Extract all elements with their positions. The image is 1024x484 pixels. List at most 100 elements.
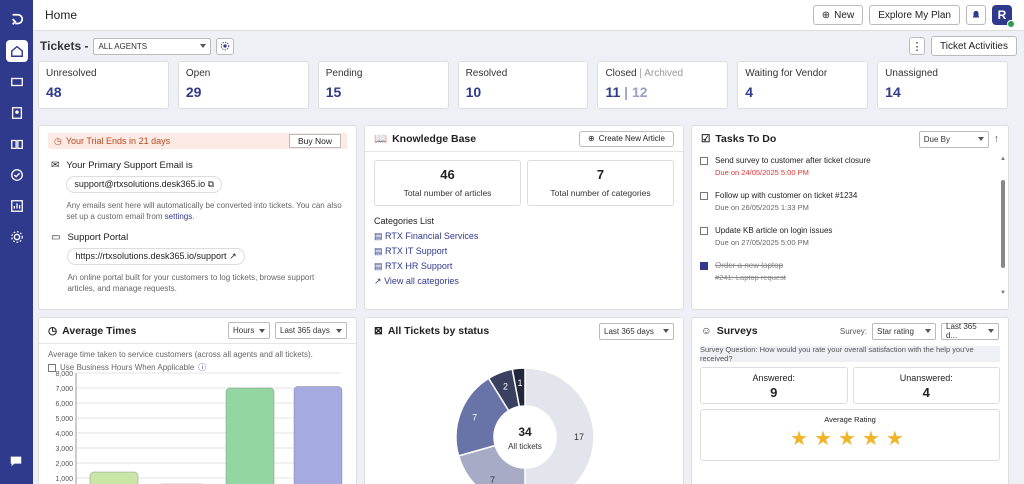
task-item: Update KB article on login issues Due on … xyxy=(692,226,1008,247)
star-icon: ★ xyxy=(838,428,862,450)
stat-resolved[interactable]: Resolved 10 xyxy=(457,61,589,109)
avg-times-title: Average Times xyxy=(62,324,137,337)
plus-circle-icon: ⊕ xyxy=(588,134,595,143)
clock-icon: ◷ xyxy=(54,135,62,146)
y-tick-label: 3,000 xyxy=(55,446,73,453)
ticket-activities-button[interactable]: Ticket Activities xyxy=(931,36,1017,56)
buy-now-button[interactable]: Buy Now xyxy=(288,134,341,148)
explore-plan-button[interactable]: Explore My Plan xyxy=(869,5,960,25)
stat-label: Unresolved xyxy=(46,68,97,79)
copy-icon[interactable]: ⧉ xyxy=(208,179,214,189)
tickets-status-header: ⊠ All Tickets by status Last 365 days xyxy=(365,318,683,344)
stat-value: 11 | 12 xyxy=(605,84,648,100)
email-pill[interactable]: support@rtxsolutions.desk365.io ⧉ xyxy=(66,176,344,193)
agent-filter-value: ALL AGENTS xyxy=(98,41,148,51)
home-icon[interactable] xyxy=(5,40,28,62)
list-icon: ▤ xyxy=(374,261,383,271)
range-value: Last 365 d... xyxy=(946,322,977,340)
survey-type-select[interactable]: Star rating xyxy=(872,322,936,340)
sort-arrow-icon[interactable]: ↑ xyxy=(994,133,999,145)
ticket-icon[interactable] xyxy=(6,71,28,93)
stat-pending[interactable]: Pending 15 xyxy=(317,61,449,109)
articles-count: 46 xyxy=(440,167,455,182)
check-circle-icon[interactable] xyxy=(6,164,28,186)
unit-select[interactable]: Hours xyxy=(228,322,270,339)
bar-A xyxy=(89,471,139,484)
task-text: Update KB article on login issues xyxy=(715,226,833,235)
agent-settings-icon[interactable] xyxy=(216,37,235,55)
survey-label: Survey: xyxy=(839,326,867,336)
external-link-icon[interactable]: ↗ xyxy=(229,251,237,261)
range-value: Last 365 days xyxy=(604,326,654,336)
task-checkbox[interactable] xyxy=(700,192,708,200)
tasks-sort-select[interactable]: Due By xyxy=(918,130,989,148)
book-icon[interactable] xyxy=(6,133,28,155)
logo-icon[interactable] xyxy=(6,9,28,31)
category-link[interactable]: ▤ RTX IT Support xyxy=(374,246,674,257)
bar-D xyxy=(293,386,343,484)
email-note-text: Any emails sent here will automatically … xyxy=(66,201,342,221)
portal-url: https://rtxsolutions.desk365.io/support xyxy=(75,251,227,261)
chevron-down-icon xyxy=(259,328,266,333)
view-all-categories-link[interactable]: ↗ View all categories xyxy=(374,276,674,287)
new-button[interactable]: ⊕ New xyxy=(812,5,864,25)
settings-icon[interactable] xyxy=(6,226,28,248)
reports-icon[interactable] xyxy=(6,195,28,217)
category-link[interactable]: ▤ RTX Financial Services xyxy=(374,231,674,242)
kb-title: Knowledge Base xyxy=(392,132,477,145)
portal-icon: ▭ xyxy=(51,232,61,243)
plus-circle-icon: ⊕ xyxy=(821,9,831,21)
category-name: RTX IT Support xyxy=(385,246,448,256)
donut-total-label: All tickets xyxy=(508,442,542,451)
create-article-button[interactable]: ⊕ Create New Article xyxy=(579,130,674,147)
tasks-title: Tasks To Do xyxy=(715,133,777,145)
tickets-range-select[interactable]: Last 365 days xyxy=(599,322,674,340)
stat-unresolved[interactable]: Unresolved 48 xyxy=(38,61,169,109)
donut-slice xyxy=(524,367,595,484)
stat-open[interactable]: Open 29 xyxy=(177,61,309,109)
settings-link[interactable]: settings xyxy=(165,212,193,221)
stat-value: 10 xyxy=(465,84,482,100)
categories-count: 7 xyxy=(596,167,605,182)
more-options-icon[interactable]: ⋮ xyxy=(909,37,926,55)
portal-pill[interactable]: https://rtxsolutions.desk365.io/support … xyxy=(67,248,344,265)
avg-range-select[interactable]: Last 365 days xyxy=(275,322,347,339)
agent-filter-select[interactable]: ALL AGENTS xyxy=(93,37,212,55)
survey-range-select[interactable]: Last 365 d... xyxy=(941,322,999,340)
surveys-header: ☺ Surveys Survey: Star rating Last 365 d… xyxy=(692,318,1008,344)
task-checkbox[interactable] xyxy=(700,262,708,270)
y-tick-label: 8,000 xyxy=(55,371,73,378)
new-label: New xyxy=(834,9,855,21)
kb-header: 📖 Knowledge Base ⊕ Create New Article xyxy=(365,126,683,152)
contacts-icon[interactable] xyxy=(6,102,28,124)
task-due: Due on 27/05/2025 5:00 PM xyxy=(715,238,809,247)
checkbox-icon: ☑ xyxy=(701,133,711,145)
chevron-down-icon xyxy=(336,328,342,333)
y-tick-label: 1,000 xyxy=(55,476,73,483)
task-checkbox[interactable] xyxy=(700,157,708,165)
chat-icon[interactable] xyxy=(5,450,27,472)
avg-rating-label: Average Rating xyxy=(824,415,876,424)
answered-count: 9 xyxy=(770,385,778,400)
notification-bell-icon[interactable] xyxy=(966,5,986,25)
avatar[interactable]: R xyxy=(992,5,1015,28)
category-link[interactable]: ▤ RTX HR Support xyxy=(374,261,674,272)
average-times-bar-chart: 8,000 7,000 6,000 5,000 4,000 3,000 2,000 1,000… xyxy=(55,371,343,484)
y-tick-label: 5,000 xyxy=(55,416,73,423)
stat-label: Unassigned xyxy=(885,68,938,79)
trial-banner: ◷ Your Trial Ends in 21 days Buy Now xyxy=(48,133,347,149)
stat-waiting-for-vendor[interactable]: Waiting for Vendor 4 xyxy=(737,61,869,109)
tasks-scrollbar[interactable]: ▲ ▼ xyxy=(1000,156,1006,296)
tasks-list: Send survey to customer after ticket clo… xyxy=(692,152,1008,282)
average-times-panel: ◷ Average Times Hours Last 365 days Aver… xyxy=(38,317,357,484)
trial-panel: ◷ Your Trial Ends in 21 days Buy Now ✉ Y… xyxy=(38,125,357,310)
stat-closed[interactable]: Closed | Archived 11 | 12 xyxy=(597,61,729,109)
tickets-status-title: All Tickets by status xyxy=(387,325,490,337)
average-rating-box: Average Rating ★★★★★ xyxy=(700,409,1000,461)
y-tick-label: 4,000 xyxy=(55,431,73,438)
stat-unassigned[interactable]: Unassigned 14 xyxy=(877,61,1009,109)
task-checkbox[interactable] xyxy=(700,227,708,235)
support-email-section: ✉ Your Primary Support Email is support@… xyxy=(39,156,356,222)
category-name: RTX Financial Services xyxy=(385,231,479,241)
task-item: Send survey to customer after ticket clo… xyxy=(692,156,1008,177)
